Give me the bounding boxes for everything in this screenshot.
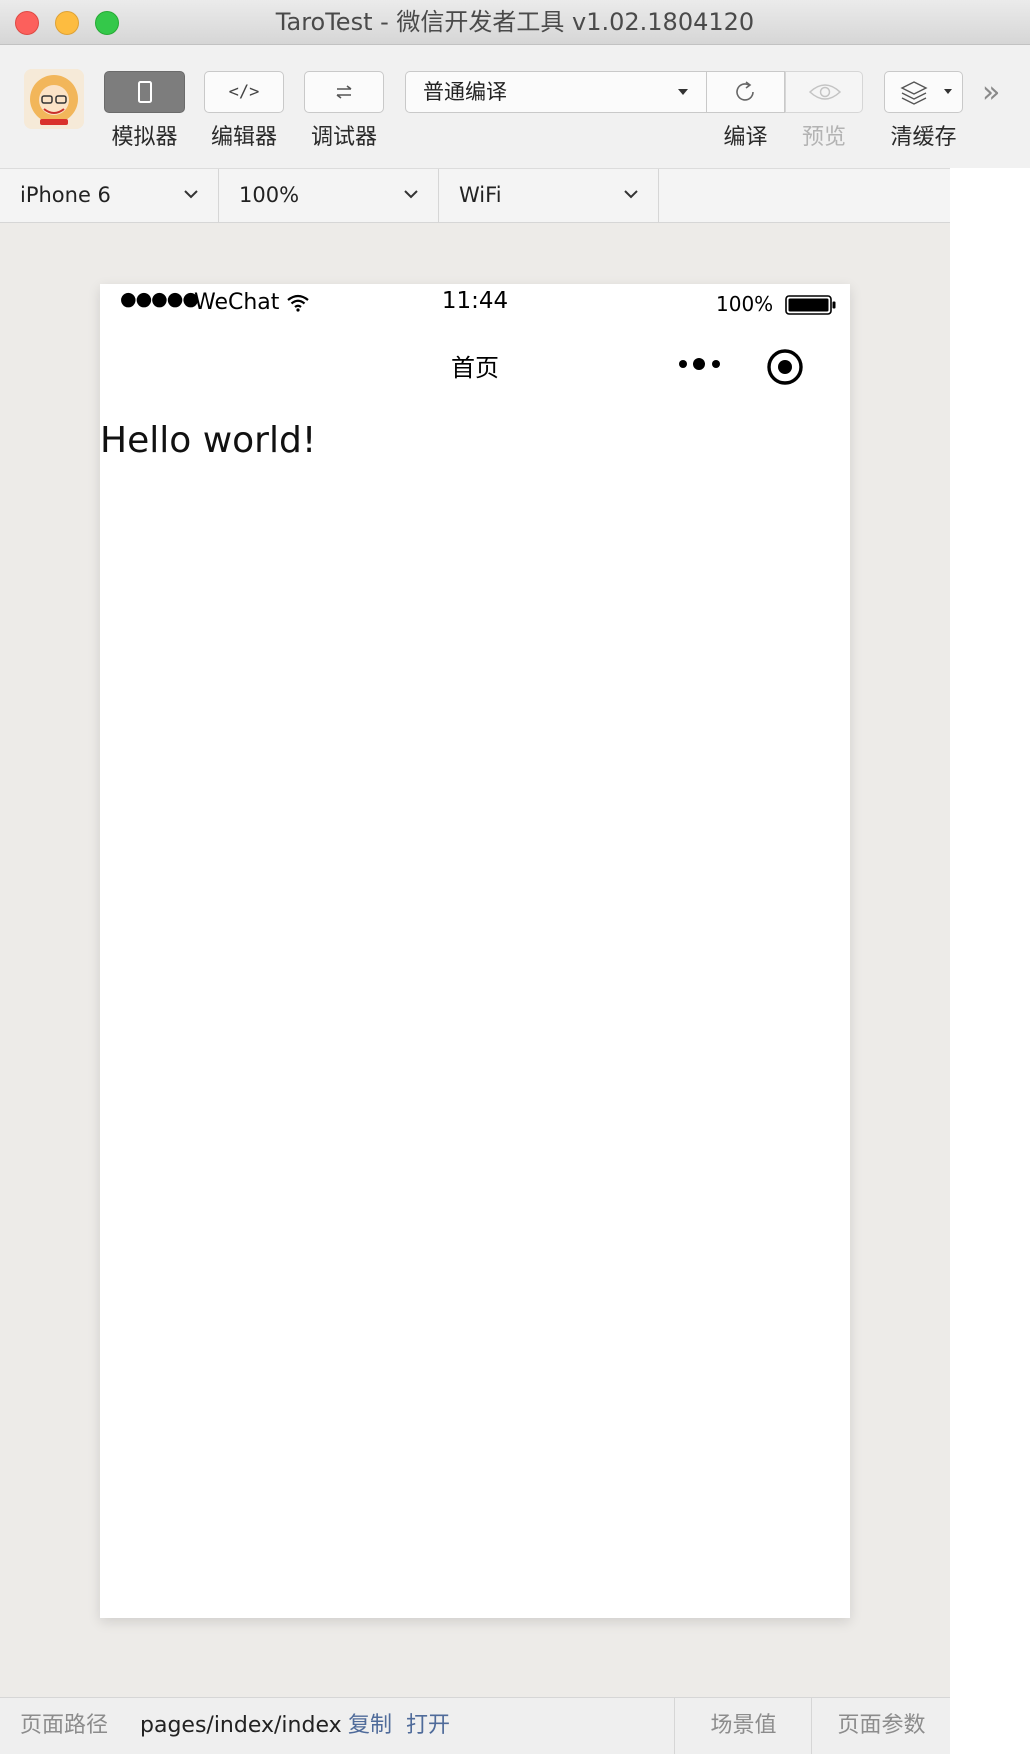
- chevron-down-icon: [184, 190, 198, 199]
- chevron-down-icon: [404, 190, 418, 199]
- debugger-toggle-button[interactable]: [304, 71, 384, 113]
- user-avatar[interactable]: [24, 69, 84, 129]
- code-icon: </>: [228, 82, 260, 102]
- device-value: iPhone 6: [20, 183, 111, 207]
- editor-panel-empty: [950, 168, 1030, 1754]
- compile-mode-value: 普通编译: [423, 80, 507, 104]
- minimize-window-button[interactable]: [55, 11, 79, 35]
- device-select[interactable]: iPhone 6: [0, 169, 219, 222]
- network-select[interactable]: WiFi: [439, 169, 659, 222]
- page-params-button[interactable]: 页面参数: [811, 1698, 951, 1754]
- window-title: TaroTest - 微信开发者工具 v1.02.1804120: [275, 8, 755, 36]
- debug-arrows-icon: [336, 85, 352, 99]
- editor-toggle-button[interactable]: </>: [204, 71, 284, 113]
- network-value: WiFi: [459, 183, 502, 207]
- battery-percent: 100%: [716, 292, 774, 316]
- caret-down-icon: [944, 89, 952, 94]
- phone-icon: [137, 81, 152, 103]
- compile-mode-select[interactable]: 普通编译: [405, 71, 706, 113]
- copy-path-link[interactable]: 复制: [348, 1698, 392, 1754]
- preview-label: 预览: [801, 125, 846, 150]
- scene-value-button[interactable]: 场景值: [674, 1698, 812, 1754]
- simulator-label: 模拟器: [111, 125, 178, 150]
- capsule-close-icon[interactable]: [766, 348, 804, 386]
- dropdown-caret-icon: [678, 89, 688, 95]
- close-window-button[interactable]: [15, 11, 39, 35]
- simulator-area: ●●●●● WeChat 11:44 100% 首页 Hello world!: [0, 223, 950, 1724]
- phone-screen: ●●●●● WeChat 11:44 100% 首页 Hello world!: [100, 284, 850, 1618]
- compile-label: 编译: [723, 125, 768, 150]
- layers-icon: [900, 81, 928, 105]
- battery-icon: [785, 295, 836, 315]
- clear-cache-label: 清缓存: [890, 125, 957, 150]
- title-bar: TaroTest - 微信开发者工具 v1.02.1804120: [0, 0, 1030, 45]
- refresh-icon: [736, 81, 754, 101]
- more-tools-button[interactable]: »: [982, 75, 1000, 110]
- page-path-label: 页面路径: [20, 1713, 109, 1738]
- maximize-window-button[interactable]: [95, 11, 119, 35]
- simulator-toggle-button[interactable]: [104, 71, 185, 113]
- toolbar: 模拟器 </> 编辑器 调试器 普通编译 编译 预览 清缓存 »: [0, 45, 1030, 168]
- hello-text: Hello world!: [100, 420, 317, 461]
- scene-value-label: 场景值: [710, 1713, 777, 1738]
- compile-button[interactable]: [706, 71, 785, 113]
- eye-icon: [808, 84, 842, 100]
- status-bar: 页面路径 pages/index/index 复制 打开 场景值 页面参数: [0, 1697, 950, 1754]
- page-params-label: 页面参数: [837, 1713, 926, 1738]
- zoom-value: 100%: [239, 183, 300, 207]
- page-path-value: pages/index/index: [140, 1713, 342, 1738]
- more-dots-icon[interactable]: [678, 356, 724, 372]
- clear-cache-button[interactable]: [884, 71, 963, 113]
- preview-button[interactable]: [785, 71, 863, 113]
- page-title: 首页: [451, 354, 499, 382]
- debugger-label: 调试器: [310, 125, 377, 150]
- device-bar: iPhone 6 100% WiFi: [0, 168, 950, 223]
- open-path-link[interactable]: 打开: [406, 1698, 450, 1754]
- editor-label: 编辑器: [210, 125, 277, 150]
- zoom-select[interactable]: 100%: [219, 169, 439, 222]
- avatar-image: [24, 69, 84, 129]
- chevron-down-icon: [624, 190, 638, 199]
